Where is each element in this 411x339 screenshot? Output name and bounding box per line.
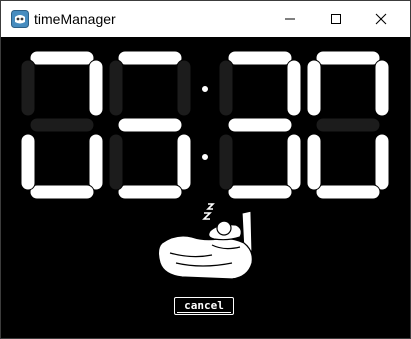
digit-1-segment-b bbox=[88, 59, 104, 117]
app-window: timeManager cancel bbox=[0, 0, 411, 339]
colon-dot bbox=[201, 85, 209, 93]
digit-3-segment-a bbox=[227, 50, 293, 66]
digit-4-segment-a bbox=[315, 50, 381, 66]
digit-2-segment-d bbox=[117, 184, 183, 199]
colon-dot bbox=[201, 153, 209, 161]
minimize-button[interactable] bbox=[267, 1, 313, 37]
digit-1-segment-e bbox=[20, 133, 36, 191]
digit-3-segment-e bbox=[218, 133, 234, 191]
digit-1-segment-g bbox=[29, 117, 95, 133]
digit-4-segment-f bbox=[306, 59, 322, 117]
digit-2-segment-f bbox=[108, 59, 124, 117]
digit-1-segment-d bbox=[29, 184, 95, 199]
digit-2-segment-c bbox=[176, 133, 192, 191]
maximize-icon bbox=[331, 14, 341, 24]
seven-segment-clock bbox=[20, 50, 390, 199]
window-title: timeManager bbox=[34, 11, 116, 27]
digit-2-segment-b bbox=[176, 59, 192, 117]
cancel-button[interactable]: cancel bbox=[174, 297, 234, 315]
maximize-button[interactable] bbox=[313, 1, 359, 37]
app-icon bbox=[11, 10, 29, 28]
close-icon bbox=[375, 13, 387, 25]
digit-2-segment-g bbox=[117, 117, 183, 133]
title-bar[interactable]: timeManager bbox=[1, 1, 410, 37]
digit-4-segment-b bbox=[374, 59, 390, 117]
digit-4-segment-g bbox=[315, 117, 381, 133]
digit-3-segment-f bbox=[218, 59, 234, 117]
digit-4-segment-c bbox=[374, 133, 390, 191]
digit-3-segment-d bbox=[227, 184, 293, 199]
digit-2-segment-a bbox=[117, 50, 183, 66]
digit-1-segment-a bbox=[29, 50, 95, 66]
main-content: cancel bbox=[1, 37, 410, 338]
digit-3-segment-g bbox=[227, 117, 293, 133]
minimize-icon bbox=[285, 18, 295, 20]
digit-1-segment-c bbox=[88, 133, 104, 191]
digit-4-segment-d bbox=[315, 184, 381, 199]
digit-4-segment-e bbox=[306, 133, 322, 191]
digit-1-segment-f bbox=[20, 59, 36, 117]
digit-2-segment-e bbox=[108, 133, 124, 191]
close-button[interactable] bbox=[358, 1, 404, 37]
sleeping-person-in-bed-icon bbox=[157, 203, 253, 282]
digit-3-segment-c bbox=[286, 133, 302, 191]
digit-3-segment-b bbox=[286, 59, 302, 117]
